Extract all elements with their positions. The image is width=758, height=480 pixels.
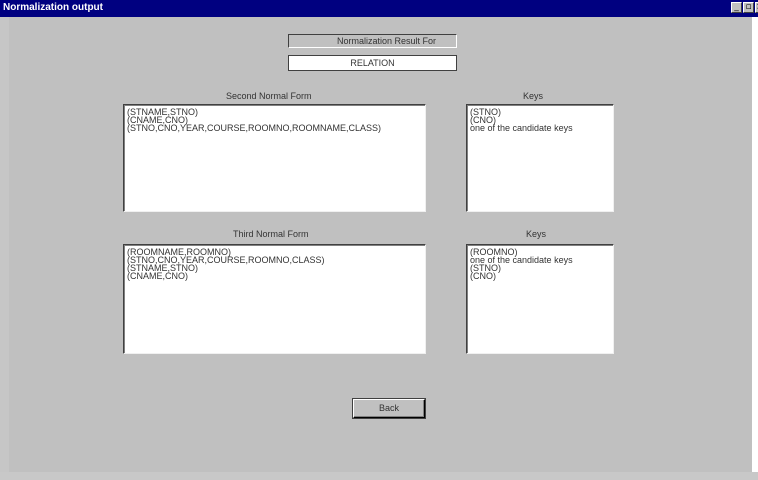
list-item[interactable]: one of the candidate keys [470,124,613,133]
title-bar[interactable]: Normalization output _ ▫ × [0,0,758,17]
third-keys-list[interactable]: (ROOMNO) one of the candidate keys (STNO… [466,244,614,354]
result-header-label: Normalization Result For [288,34,457,48]
relation-name-field: RELATION [288,55,457,71]
maximize-icon[interactable]: ▫ [743,2,754,13]
third-normal-form-label: Third Normal Form [233,229,309,239]
second-keys-label: Keys [523,91,544,101]
third-keys-label: Keys [526,229,547,239]
window-title: Normalization output [3,2,103,13]
list-item[interactable]: (STNO,CNO,YEAR,COURSE,ROOMNO,ROOMNAME,CL… [127,124,425,133]
list-item[interactable]: (CNAME,CNO) [127,272,425,281]
list-item[interactable]: (CNO) [470,272,613,281]
third-normal-form-list[interactable]: (ROOMNAME,ROOMNO) (STNO,CNO,YEAR,COURSE,… [123,244,426,354]
second-normal-form-label: Second Normal Form [226,91,312,101]
bottom-edge [0,472,758,480]
second-normal-form-list[interactable]: (STNAME,STNO) (CNAME,CNO) (STNO,CNO,YEAR… [123,104,426,212]
left-edge [0,17,9,480]
second-keys-list[interactable]: (STNO) (CNO) one of the candidate keys [466,104,614,212]
minimize-icon[interactable]: _ [731,2,742,13]
back-button[interactable]: Back [353,399,425,418]
right-edge [752,17,758,480]
normalization-window: Normalization output _ ▫ × Normalization… [0,0,758,480]
